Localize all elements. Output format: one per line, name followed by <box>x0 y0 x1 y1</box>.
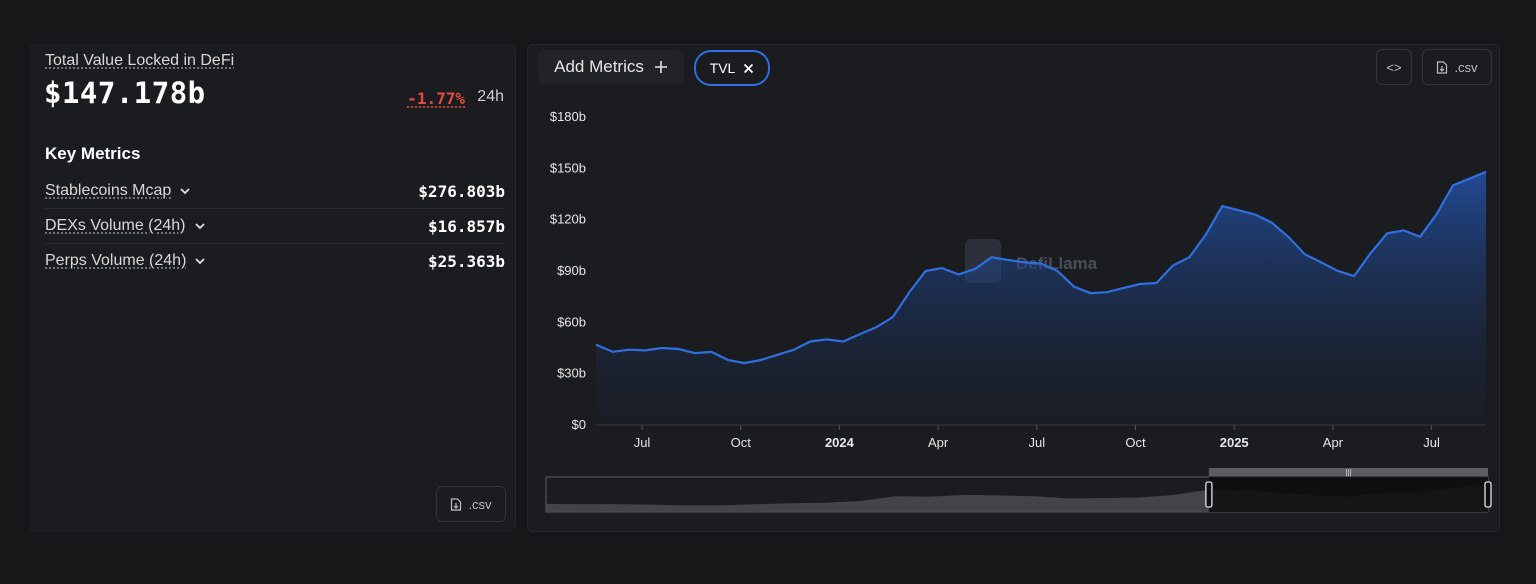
tvl-label[interactable]: Total Value Locked in DeFi <box>45 52 234 70</box>
y-tick-label: $90b <box>557 263 586 278</box>
embed-code-icon: <> <box>1386 59 1402 75</box>
x-axis: Jul Oct 2024 Apr Jul Oct 2025 Apr Jul <box>634 425 1440 450</box>
add-metrics-button[interactable]: Add Metrics <box>538 50 684 84</box>
tvl-chart[interactable]: $0 $30b $60b $90b $120b $150b $180b Jul Oct 2024… <box>528 105 1499 525</box>
x-tick-label: Jul <box>1423 435 1440 450</box>
file-download-icon <box>451 497 462 511</box>
metric-value: $25.363b <box>427 251 505 271</box>
y-tick-label: $60b <box>557 314 586 329</box>
key-metrics-list: Stablecoins Mcap $276.803b DEXs Volume (… <box>45 174 505 278</box>
chevron-down-icon <box>194 223 205 230</box>
tvl-chip-label: TVL <box>709 60 736 76</box>
chevron-down-icon <box>195 258 206 265</box>
y-tick-label: $180b <box>550 109 586 124</box>
x-tick-label: Oct <box>731 435 752 450</box>
csv-label: .csv <box>1454 59 1478 75</box>
y-tick-label: $150b <box>550 160 586 175</box>
tvl-change-period: 24h <box>477 88 504 105</box>
chevron-down-icon <box>180 188 190 195</box>
x-tick-label: Apr <box>1323 435 1344 450</box>
add-metrics-label: Add Metrics <box>554 57 644 76</box>
x-tick-label: Apr <box>928 435 949 450</box>
plus-icon <box>654 61 667 73</box>
metric-row-dexs-volume[interactable]: DEXs Volume (24h) $16.857b <box>45 209 505 244</box>
close-icon[interactable] <box>743 63 754 74</box>
metric-label[interactable]: DEXs Volume (24h) <box>45 217 206 235</box>
summary-card: Total Value Locked in DeFi $147.178b -1.… <box>30 44 516 532</box>
file-download-icon <box>1437 60 1448 74</box>
brush-selection[interactable] <box>1208 477 1488 512</box>
brush-handle-right[interactable] <box>1484 481 1492 508</box>
brush-grip-icon: ||| <box>1345 468 1351 477</box>
tvl-area <box>596 171 1486 425</box>
x-tick-label: Jul <box>1028 435 1045 450</box>
x-tick-label: Jul <box>634 435 651 450</box>
metric-label-text: Stablecoins Mcap <box>45 182 172 199</box>
key-metrics-title: Key Metrics <box>45 144 141 163</box>
tvl-metric-chip[interactable]: TVL <box>694 50 770 86</box>
chart-card: Add Metrics TVL <> .csv $0 $30b $60b $90b $1… <box>527 44 1500 532</box>
metric-label-text: DEXs Volume (24h) <box>45 217 186 234</box>
metric-label[interactable]: Perps Volume (24h) <box>45 252 206 270</box>
tvl-change-24h[interactable]: -1.77% <box>407 89 465 108</box>
x-tick-label: 2024 <box>825 435 855 450</box>
brush-handle-left[interactable] <box>1205 481 1213 508</box>
metric-label-text: Perps Volume (24h) <box>45 252 187 269</box>
x-tick-label: Oct <box>1125 435 1146 450</box>
csv-label: .csv <box>468 496 492 512</box>
chart-download-csv-button[interactable]: .csv <box>1422 49 1492 85</box>
x-tick-label: 2025 <box>1220 435 1249 450</box>
tvl-value: $147.178b <box>44 76 206 110</box>
metric-row-perps-volume[interactable]: Perps Volume (24h) $25.363b <box>45 244 505 278</box>
metric-label[interactable]: Stablecoins Mcap <box>45 182 191 200</box>
y-tick-label: $120b <box>550 212 586 227</box>
embed-code-button[interactable]: <> <box>1376 49 1412 85</box>
download-csv-button[interactable]: .csv <box>436 486 506 522</box>
range-selector[interactable]: ||| <box>545 468 1492 513</box>
metric-row-stablecoins[interactable]: Stablecoins Mcap $276.803b <box>45 174 505 209</box>
y-tick-label: $30b <box>557 366 586 381</box>
metric-value: $276.803b <box>418 181 505 201</box>
metric-value: $16.857b <box>427 216 505 236</box>
y-tick-label: $0 <box>572 417 586 432</box>
